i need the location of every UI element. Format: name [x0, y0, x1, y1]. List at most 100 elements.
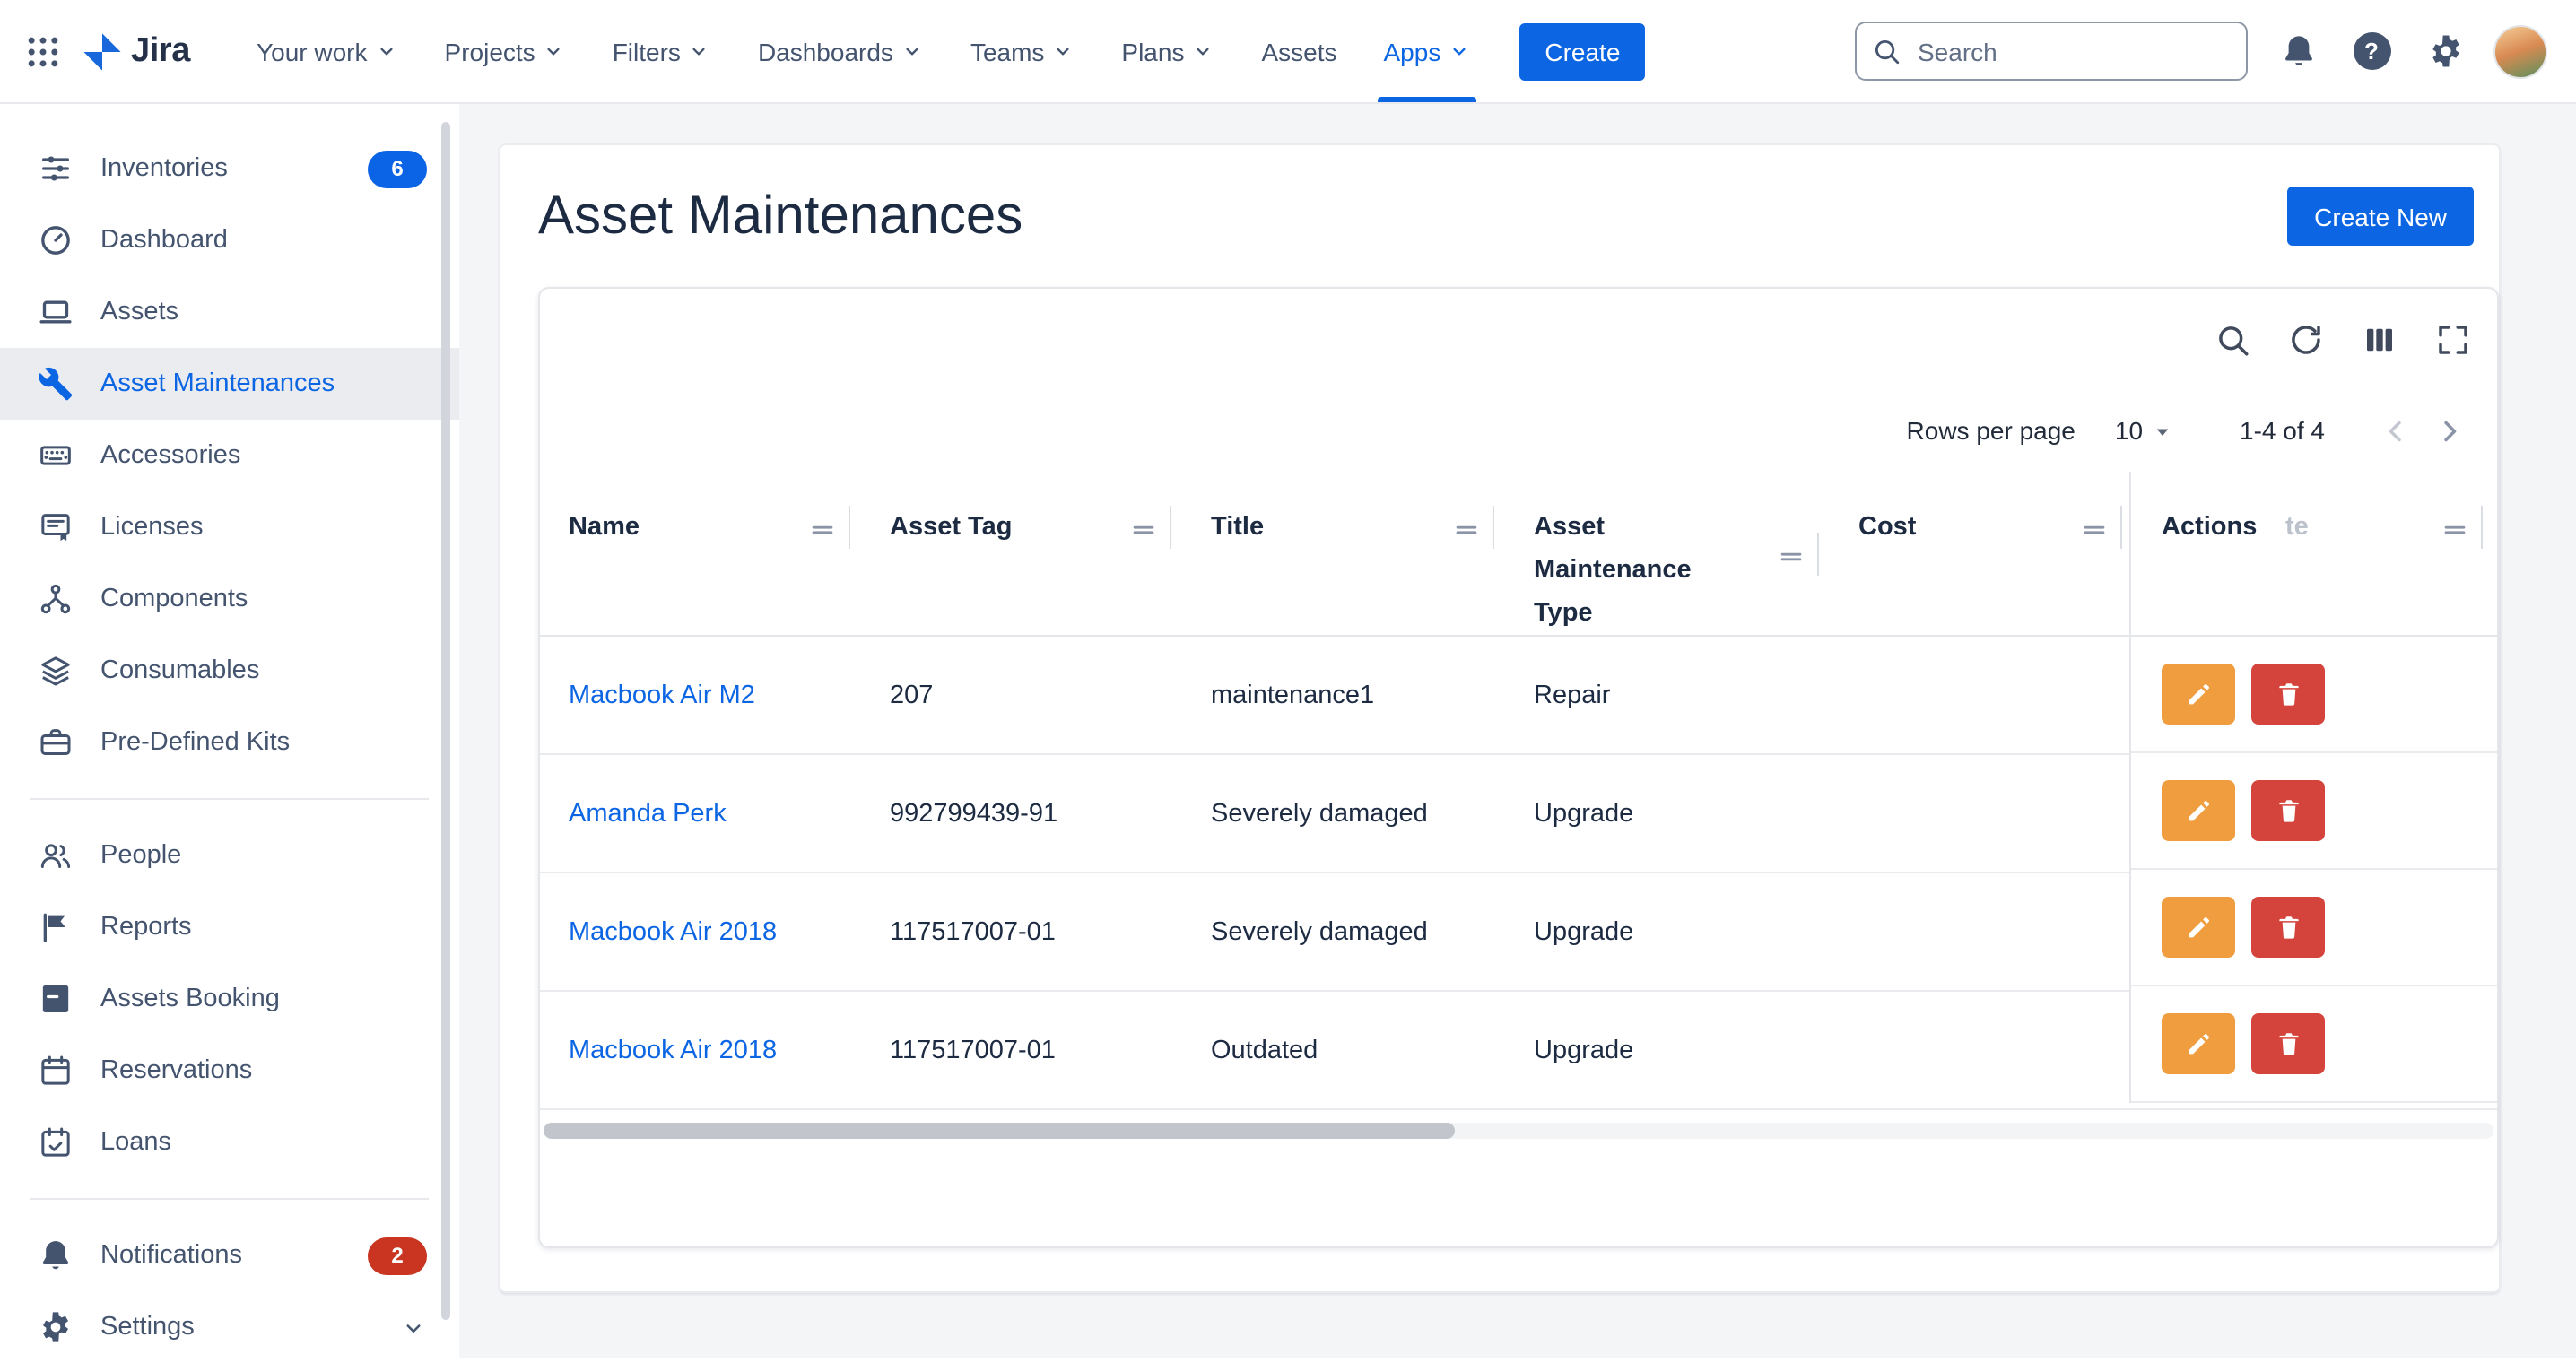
cell-asset-tag: 207 [861, 681, 1182, 709]
column-label: Asset Maintenance Type [1534, 506, 1735, 635]
sidebar-item-reports[interactable]: Reports [0, 891, 459, 963]
sidebar-item-label: Reports [100, 913, 192, 942]
chevron-right-icon [2432, 413, 2466, 447]
sidebar-item-inventories[interactable]: Inventories 6 [0, 133, 459, 204]
nav-your-work[interactable]: Your work [233, 0, 422, 102]
license-icon [38, 509, 74, 545]
previous-page-button[interactable] [2368, 404, 2422, 457]
nav-plans[interactable]: Plans [1098, 0, 1238, 102]
layers-icon [38, 653, 74, 689]
asset-link[interactable]: Macbook Air 2018 [569, 917, 777, 946]
cell-asset-tag: 117517007-01 [861, 1036, 1182, 1064]
cell-title: Severely damaged [1182, 917, 1505, 946]
nav-filters[interactable]: Filters [589, 0, 735, 102]
help-button[interactable]: ? [2343, 22, 2400, 80]
dashboard-icon [38, 222, 74, 258]
profile-button[interactable] [2490, 22, 2551, 80]
search-icon [2213, 320, 2250, 358]
sidebar-item-label: Settings [100, 1313, 195, 1341]
sidebar-scrollbar[interactable] [441, 122, 450, 1320]
drag-handle-icon[interactable] [2079, 515, 2110, 545]
sidebar-item-accessories[interactable]: Accessories [0, 420, 459, 491]
sidebar-item-settings[interactable]: Settings [0, 1291, 459, 1363]
table-columns-button[interactable] [2359, 319, 2398, 359]
drag-handle-icon[interactable] [1128, 515, 1159, 545]
drag-handle-icon[interactable] [1776, 542, 1806, 572]
sidebar-item-consumables[interactable]: Consumables [0, 635, 459, 707]
chevron-down-icon [543, 39, 566, 63]
sidebar-item-people[interactable]: People [0, 820, 459, 891]
delete-button[interactable] [2251, 780, 2325, 841]
asset-link[interactable]: Amanda Perk [569, 799, 727, 828]
column-divider [849, 506, 850, 549]
table-refresh-button[interactable] [2285, 319, 2325, 359]
edit-button[interactable] [2162, 664, 2235, 725]
create-new-button[interactable]: Create New [2287, 187, 2474, 246]
app-switcher-button[interactable] [14, 22, 72, 80]
sidebar-item-notifications[interactable]: Notifications 2 [0, 1220, 459, 1291]
column-divider [1817, 533, 1819, 576]
nav-label: Assets [1261, 37, 1336, 65]
sidebar-item-label: Asset Maintenances [100, 369, 335, 398]
drag-handle-icon[interactable] [807, 515, 838, 545]
app-window: Jira Your work Projects Filters Dashboar… [0, 0, 2576, 1356]
columns-icon [2360, 320, 2398, 358]
sidebar-item-loans[interactable]: Loans [0, 1107, 459, 1178]
sidebar-item-label: Components [100, 585, 248, 613]
jira-logo-icon [79, 28, 126, 74]
delete-button[interactable] [2251, 1013, 2325, 1074]
chevron-left-icon [2378, 413, 2412, 447]
nav-apps[interactable]: Apps [1361, 0, 1495, 102]
nav-teams[interactable]: Teams [947, 0, 1098, 102]
sidebar-item-asset-maintenances[interactable]: Asset Maintenances [0, 348, 459, 420]
search-input[interactable] [1914, 35, 2232, 67]
jira-logo[interactable]: Jira [72, 28, 208, 74]
settings-button[interactable] [2416, 22, 2474, 80]
rows-per-page-label: Rows per page [1907, 416, 2076, 445]
next-page-button[interactable] [2422, 404, 2476, 457]
page-title: Asset Maintenances [538, 183, 1023, 251]
horizontal-scrollbar-thumb[interactable] [544, 1123, 1455, 1139]
nav-projects[interactable]: Projects [422, 0, 589, 102]
sidebar-item-assets[interactable]: Assets [0, 276, 459, 348]
sidebar-item-reservations[interactable]: Reservations [0, 1035, 459, 1107]
nav-assets[interactable]: Assets [1238, 0, 1360, 102]
rows-per-page-value: 10 [2115, 416, 2143, 445]
sidebar-item-licenses[interactable]: Licenses [0, 491, 459, 563]
sidebar-item-components[interactable]: Components [0, 563, 459, 635]
edit-button[interactable] [2162, 780, 2235, 841]
pencil-icon [2184, 913, 2213, 942]
asset-link[interactable]: Macbook Air 2018 [569, 1036, 777, 1064]
delete-button[interactable] [2251, 897, 2325, 958]
table-fullscreen-button[interactable] [2432, 319, 2472, 359]
horizontal-scrollbar-track[interactable] [544, 1123, 2493, 1139]
actions-sticky-column: Actions te [2129, 472, 2497, 1103]
sidebar-item-pre-defined-kits[interactable]: Pre-Defined Kits [0, 707, 459, 778]
cell-maintenance-type: Upgrade [1505, 1036, 1830, 1064]
bell-icon [38, 1237, 74, 1273]
global-search[interactable] [1855, 22, 2248, 81]
asset-link[interactable]: Macbook Air M2 [569, 681, 755, 709]
create-button[interactable]: Create [1519, 22, 1645, 80]
drag-handle-icon[interactable] [1451, 515, 1482, 545]
sidebar-item-assets-booking[interactable]: Assets Booking [0, 963, 459, 1035]
column-header-cost: Cost [1830, 472, 2133, 635]
column-divider [1493, 506, 1494, 549]
sidebar-item-dashboard[interactable]: Dashboard [0, 204, 459, 276]
apps-grid-icon [23, 31, 63, 71]
drag-handle-icon[interactable] [2440, 515, 2470, 545]
sidebar-item-label: People [100, 841, 181, 870]
jira-logo-text: Jira [131, 31, 190, 71]
edit-button[interactable] [2162, 1013, 2235, 1074]
table-search-button[interactable] [2212, 319, 2251, 359]
notifications-button[interactable] [2269, 22, 2327, 80]
rows-per-page-select[interactable]: 10 [2104, 414, 2186, 447]
trash-icon [2274, 1029, 2302, 1058]
gear-icon [38, 1309, 74, 1345]
edit-button[interactable] [2162, 897, 2235, 958]
avatar [2493, 24, 2547, 78]
calendar-check-icon [38, 1124, 74, 1160]
delete-button[interactable] [2251, 664, 2325, 725]
refresh-icon [2286, 320, 2324, 358]
nav-dashboards[interactable]: Dashboards [735, 0, 947, 102]
